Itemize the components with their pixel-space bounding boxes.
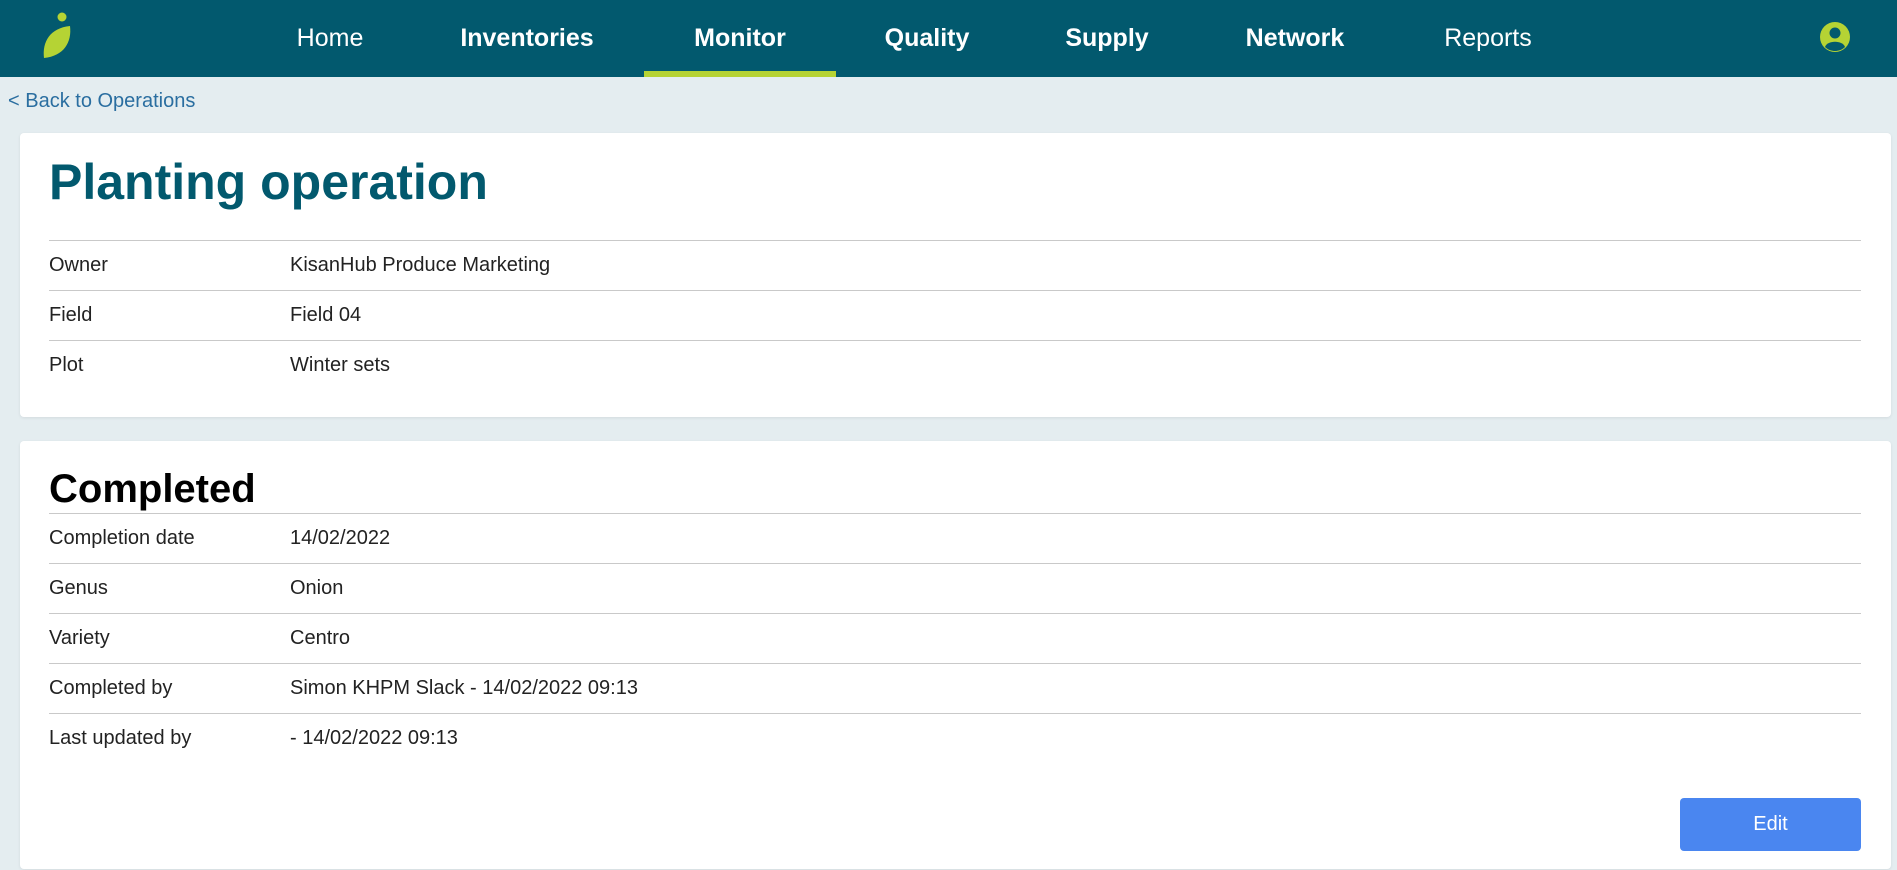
operation-details-list: Owner KisanHub Produce Marketing Field F… xyxy=(49,240,1861,390)
detail-row-completion-date: Completion date 14/02/2022 xyxy=(49,513,1861,563)
nav-quality[interactable]: Quality xyxy=(870,0,984,77)
detail-label: Last updated by xyxy=(49,727,192,749)
detail-value: Onion xyxy=(290,577,344,599)
detail-label: Plot xyxy=(49,354,84,376)
nav-reports[interactable]: Reports xyxy=(1432,0,1544,77)
back-to-operations-link[interactable]: < Back to Operations xyxy=(8,90,195,113)
detail-value: Simon KHPM Slack - 14/02/2022 09:13 xyxy=(290,677,638,699)
detail-label: Genus xyxy=(49,577,108,599)
nav-network[interactable]: Network xyxy=(1232,0,1358,77)
detail-value: Centro xyxy=(290,627,351,649)
detail-label: Field xyxy=(49,304,93,326)
main-nav: Home Inventories Monitor Quality Supply … xyxy=(0,0,1897,77)
completion-details-list: Completion date 14/02/2022 Genus Onion V… xyxy=(49,513,1861,763)
detail-row-completed-by: Completed by Simon KHPM Slack - 14/02/20… xyxy=(49,663,1861,713)
nav-supply[interactable]: Supply xyxy=(1054,0,1160,77)
nav-monitor[interactable]: Monitor xyxy=(644,0,836,77)
detail-value: - 14/02/2022 09:13 xyxy=(290,727,458,749)
detail-value: Field 04 xyxy=(290,304,362,326)
detail-row-plot: Plot Winter sets xyxy=(49,340,1861,390)
nav-inventories[interactable]: Inventories xyxy=(452,0,602,77)
detail-label: Variety xyxy=(49,627,110,649)
edit-button[interactable]: Edit xyxy=(1680,798,1861,851)
detail-label: Owner xyxy=(49,254,108,276)
page-title: Planting operation xyxy=(49,154,488,210)
detail-row-genus: Genus Onion xyxy=(49,563,1861,613)
user-account-icon[interactable] xyxy=(1818,20,1852,54)
nav-home[interactable]: Home xyxy=(275,0,385,77)
detail-value: Winter sets xyxy=(290,354,391,376)
detail-row-owner: Owner KisanHub Produce Marketing xyxy=(49,240,1861,290)
completion-details-card: Completed Completion date 14/02/2022 Gen… xyxy=(20,441,1891,869)
top-navigation-bar: Home Inventories Monitor Quality Supply … xyxy=(0,0,1897,77)
detail-value: KisanHub Produce Marketing xyxy=(290,254,551,276)
detail-row-field: Field Field 04 xyxy=(49,290,1861,340)
detail-label: Completion date xyxy=(49,527,195,549)
operation-details-card: Planting operation Owner KisanHub Produc… xyxy=(20,133,1891,417)
detail-row-variety: Variety Centro xyxy=(49,613,1861,663)
detail-row-last-updated-by: Last updated by - 14/02/2022 09:13 xyxy=(49,713,1861,763)
detail-label: Completed by xyxy=(49,677,173,699)
detail-value: 14/02/2022 xyxy=(290,527,391,549)
section-title-completed: Completed xyxy=(49,467,256,511)
